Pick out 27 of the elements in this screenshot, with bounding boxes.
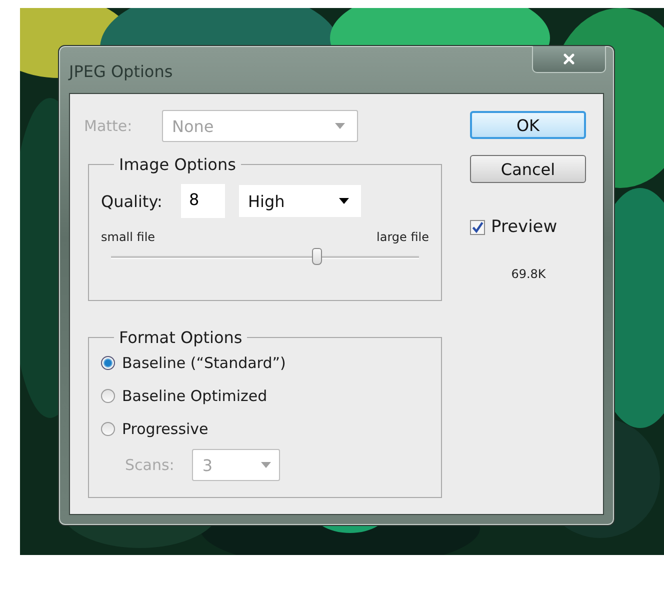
slider-thumb[interactable]	[312, 248, 322, 265]
quality-dropdown[interactable]: High	[239, 185, 361, 217]
window-title: JPEG Options	[69, 62, 173, 81]
group-title: Image Options	[118, 155, 237, 174]
radio-button[interactable]	[101, 422, 115, 436]
quality-field[interactable]: 8	[181, 184, 225, 218]
slider-max-label: large file	[376, 230, 429, 244]
ok-button[interactable]: OK	[470, 111, 586, 139]
caret-icon	[335, 123, 345, 129]
caret-icon	[261, 462, 272, 468]
group-title: Format Options	[118, 328, 244, 347]
caret-icon	[339, 198, 349, 204]
file-size: 69.8K	[510, 267, 547, 281]
radio-button[interactable]	[101, 389, 115, 403]
close-icon	[563, 53, 575, 65]
scans-label: Scans:	[125, 456, 174, 474]
option-label[interactable]: Baseline Optimized	[122, 387, 268, 405]
option-label[interactable]: Baseline (“Standard”)	[122, 354, 286, 372]
checkbox[interactable]	[470, 220, 485, 234]
preview-label[interactable]: Preview	[491, 217, 558, 237]
option-label[interactable]: Progressive	[122, 420, 208, 438]
radio-button[interactable]	[101, 356, 115, 370]
close-button[interactable]	[532, 46, 606, 73]
quality-label: Quality:	[101, 192, 164, 210]
matte-label: Matte:	[84, 117, 134, 135]
slider-min-label: small file	[101, 230, 156, 244]
cancel-button[interactable]: Cancel	[470, 155, 586, 183]
